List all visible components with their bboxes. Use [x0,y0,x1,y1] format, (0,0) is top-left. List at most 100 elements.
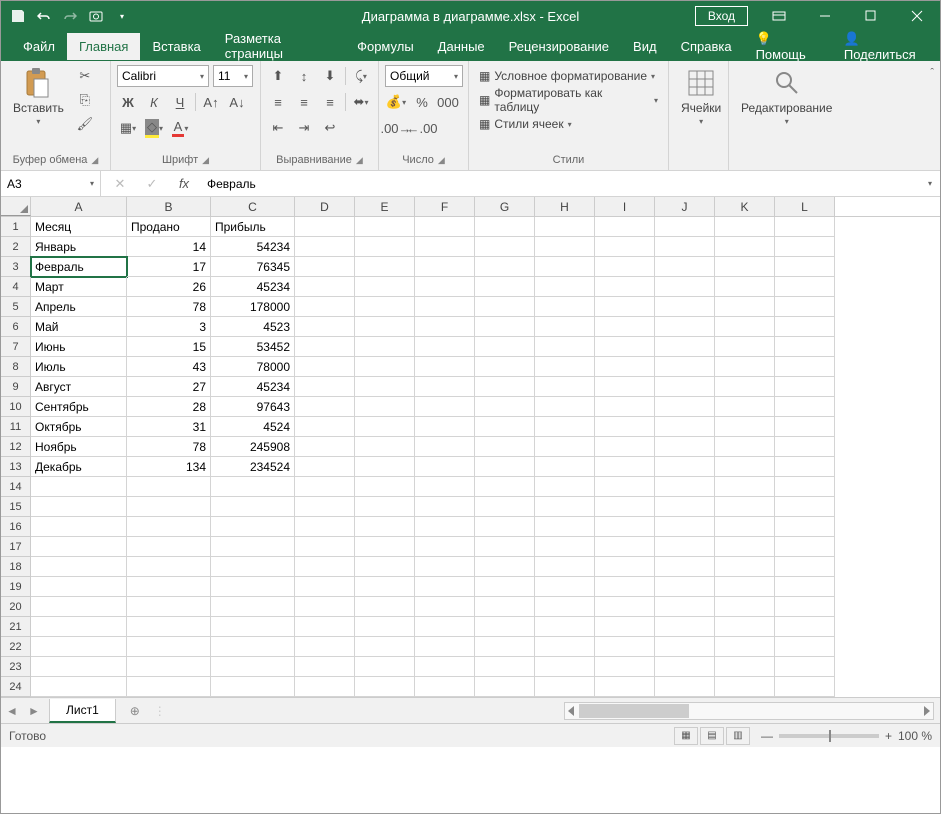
cell[interactable] [535,657,595,677]
cell[interactable] [655,557,715,577]
cell[interactable] [475,457,535,477]
cell[interactable] [775,617,835,637]
cell[interactable] [355,597,415,617]
paste-button[interactable]: Вставить▾ [7,65,70,128]
cell[interactable] [535,557,595,577]
cell[interactable] [475,477,535,497]
cell[interactable] [295,557,355,577]
cell[interactable]: Продано [127,217,211,237]
next-sheet-icon[interactable]: ► [23,700,45,722]
cell[interactable] [715,617,775,637]
dialog-launcher-icon[interactable]: ◢ [202,155,209,166]
cell[interactable] [655,677,715,697]
add-sheet-icon[interactable]: ⊕ [122,700,148,722]
cell[interactable] [127,637,211,657]
row-header[interactable]: 8 [1,357,31,377]
cell[interactable] [295,497,355,517]
cell[interactable] [295,417,355,437]
cell[interactable] [475,657,535,677]
align-left-icon[interactable]: ≡ [267,91,289,113]
col-header[interactable]: D [295,197,355,216]
cell[interactable] [775,577,835,597]
cell[interactable]: 28 [127,397,211,417]
cell[interactable] [535,497,595,517]
cell[interactable] [295,377,355,397]
cell[interactable] [535,677,595,697]
cell[interactable] [655,277,715,297]
cell[interactable] [775,337,835,357]
cell[interactable]: 15 [127,337,211,357]
cell[interactable] [355,537,415,557]
cell[interactable] [211,597,295,617]
cell[interactable] [295,257,355,277]
cell[interactable] [31,657,127,677]
cell[interactable] [475,537,535,557]
cell[interactable] [415,277,475,297]
tab-data[interactable]: Данные [426,33,497,60]
cell[interactable] [295,317,355,337]
prev-sheet-icon[interactable]: ◄ [1,700,23,722]
cell[interactable] [415,657,475,677]
formula-input[interactable]: Февраль [205,175,918,193]
cell[interactable] [415,417,475,437]
fill-color-icon[interactable]: ◇▾ [143,117,165,139]
cell[interactable]: Май [31,317,127,337]
row-header[interactable]: 23 [1,657,31,677]
cell[interactable] [31,637,127,657]
cell[interactable]: 78000 [211,357,295,377]
normal-view-icon[interactable]: ▦ [674,727,698,745]
cell[interactable] [475,677,535,697]
cell[interactable] [415,317,475,337]
cell[interactable] [295,357,355,377]
redo-icon[interactable] [59,5,81,27]
cell[interactable] [595,337,655,357]
cell[interactable] [355,297,415,317]
cell[interactable] [655,237,715,257]
cell[interactable] [415,357,475,377]
cell[interactable]: 14 [127,237,211,257]
cell[interactable] [655,217,715,237]
cell[interactable]: 4524 [211,417,295,437]
cell[interactable] [775,537,835,557]
cell[interactable]: Декабрь [31,457,127,477]
cell[interactable] [31,597,127,617]
format-painter-icon[interactable]: 🖌 [74,113,96,135]
select-all-corner[interactable] [1,197,31,216]
row-header[interactable]: 18 [1,557,31,577]
col-header[interactable]: A [31,197,127,216]
format-table-button[interactable]: ▦Форматировать как таблицу▾ [475,89,662,111]
cell[interactable] [355,657,415,677]
col-header[interactable]: L [775,197,835,216]
cell[interactable] [535,517,595,537]
cell[interactable] [595,437,655,457]
cell[interactable] [415,397,475,417]
cell[interactable] [715,577,775,597]
cell[interactable] [775,417,835,437]
cell[interactable] [595,277,655,297]
cell[interactable] [655,257,715,277]
row-header[interactable]: 15 [1,497,31,517]
row-header[interactable]: 10 [1,397,31,417]
cell[interactable] [655,377,715,397]
cell[interactable] [415,377,475,397]
cell[interactable] [295,237,355,257]
cell[interactable] [535,537,595,557]
cell[interactable] [655,497,715,517]
font-name-select[interactable]: Calibri▾ [117,65,209,87]
cell[interactable] [595,637,655,657]
comma-icon[interactable]: 000 [437,91,459,113]
align-middle-icon[interactable]: ↕ [293,65,315,87]
dialog-launcher-icon[interactable]: ◢ [91,155,98,166]
cell[interactable] [295,217,355,237]
cell[interactable] [211,637,295,657]
col-header[interactable]: E [355,197,415,216]
cell[interactable]: 78 [127,437,211,457]
cell[interactable] [415,337,475,357]
cell[interactable] [127,537,211,557]
cell[interactable] [775,477,835,497]
cell[interactable] [535,297,595,317]
cell[interactable]: 26 [127,277,211,297]
fx-icon[interactable]: fx [173,173,195,195]
page-layout-view-icon[interactable]: ▤ [700,727,724,745]
cell[interactable] [127,477,211,497]
